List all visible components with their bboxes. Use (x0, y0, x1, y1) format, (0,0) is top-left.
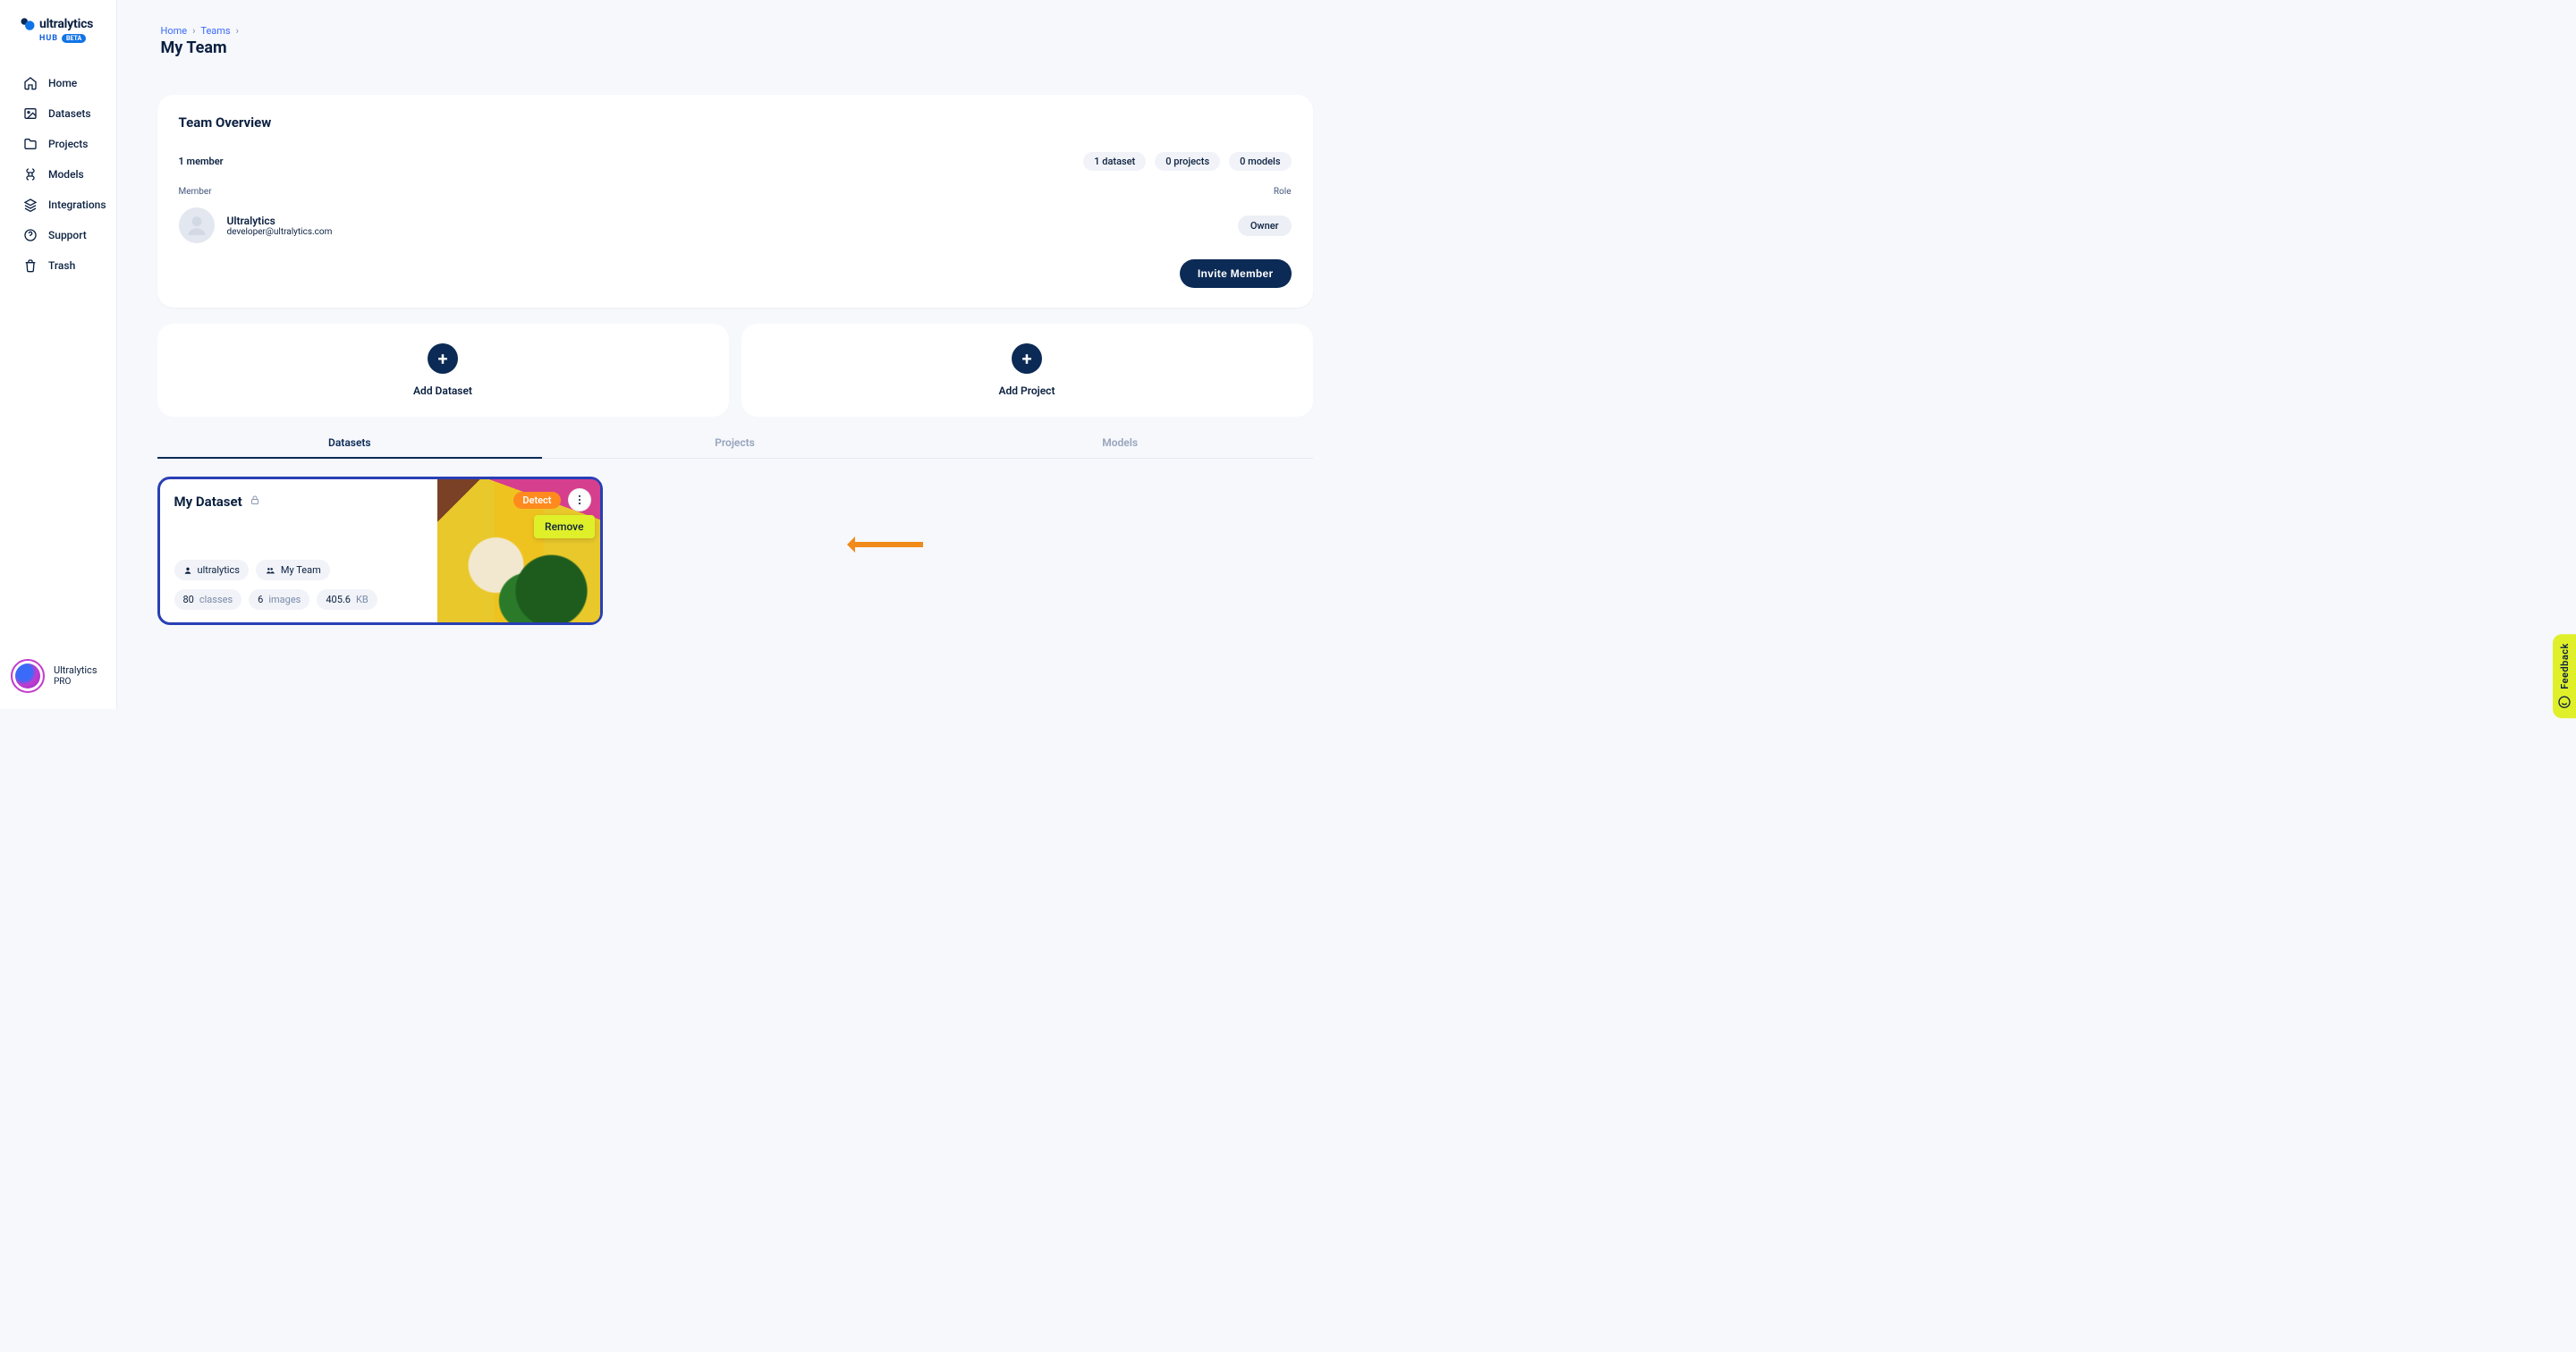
brand-badge: BETA (62, 34, 86, 43)
team-overview-card: Team Overview 1 member 1 dataset 0 proje… (157, 95, 1313, 308)
plus-icon: + (1012, 343, 1042, 374)
page-title: My Team (157, 38, 1313, 57)
sidebar-user[interactable]: Ultralytics PRO (0, 646, 116, 709)
logo-mark-icon (20, 16, 36, 32)
dataset-owner-chip[interactable]: ultralytics (174, 560, 249, 580)
images-label: images (268, 594, 301, 605)
sidebar-item-home[interactable]: Home (0, 68, 116, 98)
stat-datasets: 1 dataset (1083, 152, 1146, 171)
sidebar-item-trash[interactable]: Trash (0, 250, 116, 281)
trash-icon (23, 258, 38, 273)
detect-badge: Detect (513, 492, 560, 509)
member-name: Ultralytics (227, 215, 333, 227)
sidebar-item-models[interactable]: Models (0, 159, 116, 190)
add-dataset-button[interactable]: + Add Dataset (157, 324, 729, 417)
command-icon (23, 167, 38, 182)
size-num: 405.6 (326, 594, 351, 605)
overview-heading: Team Overview (179, 114, 1292, 131)
sidebar-item-label: Home (48, 77, 77, 89)
lock-icon (250, 494, 260, 509)
layers-icon (23, 198, 38, 212)
add-project-button[interactable]: + Add Project (741, 324, 1313, 417)
sidebar-item-projects[interactable]: Projects (0, 129, 116, 159)
sidebar-item-label: Projects (48, 138, 88, 150)
avatar (11, 659, 45, 693)
member-role: Owner (1238, 215, 1292, 236)
size-unit: KB (356, 594, 369, 605)
dataset-team-label: My Team (281, 564, 321, 576)
stat-models: 0 models (1229, 152, 1291, 171)
dataset-menu-remove[interactable]: Remove (534, 515, 594, 538)
user-meta: Ultralytics PRO (54, 664, 97, 687)
sidebar-item-label: Models (48, 168, 84, 181)
dataset-team-chip[interactable]: My Team (256, 560, 330, 580)
add-dataset-label: Add Dataset (413, 384, 472, 397)
sidebar-nav: Home Datasets Projects Models Integratio… (0, 68, 116, 281)
dataset-size-chip: 405.6 KB (317, 589, 377, 610)
dataset-menu-button[interactable] (568, 488, 591, 511)
chevron-right-icon: › (236, 25, 239, 37)
col-member: Member (179, 187, 212, 197)
classes-label: classes (199, 594, 233, 605)
images-num: 6 (258, 594, 263, 605)
sidebar-item-datasets[interactable]: Datasets (0, 98, 116, 129)
chevron-right-icon: › (192, 25, 195, 37)
invite-member-button[interactable]: Invite Member (1180, 259, 1292, 288)
annotation-arrow-icon (850, 542, 923, 547)
member-count: 1 member (179, 156, 224, 167)
member-email: developer@ultralytics.com (227, 227, 333, 237)
col-role: Role (1274, 187, 1292, 197)
home-icon (23, 76, 38, 90)
sidebar: ultralytics HUB BETA Home Datasets Proje… (0, 0, 117, 709)
image-icon (23, 106, 38, 121)
plus-icon: + (428, 343, 458, 374)
feedback-button[interactable]: Feedback (2553, 634, 2576, 718)
help-icon (23, 228, 38, 242)
logo[interactable]: ultralytics HUB BETA (0, 0, 116, 52)
classes-num: 80 (183, 594, 194, 605)
dataset-classes-chip: 80 classes (174, 589, 242, 610)
sidebar-item-label: Integrations (48, 199, 106, 211)
folder-icon (23, 137, 38, 151)
dataset-owner-label: ultralytics (198, 564, 240, 576)
tab-projects[interactable]: Projects (542, 426, 928, 458)
sidebar-item-integrations[interactable]: Integrations (0, 190, 116, 220)
tab-models[interactable]: Models (928, 426, 1313, 458)
dataset-thumbnail: Detect Remove (437, 479, 600, 622)
sidebar-item-label: Support (48, 229, 87, 241)
breadcrumb: Home › Teams › (157, 25, 1313, 37)
dataset-title: My Dataset (174, 494, 242, 510)
breadcrumb-teams[interactable]: Teams (200, 25, 230, 37)
tab-datasets[interactable]: Datasets (157, 426, 543, 458)
tabs: Datasets Projects Models (157, 426, 1313, 459)
breadcrumb-home[interactable]: Home (161, 25, 188, 37)
feedback-label: Feedback (2559, 643, 2571, 689)
sidebar-item-label: Trash (48, 259, 75, 272)
overview-stats: 1 dataset 0 projects 0 models (1083, 152, 1291, 171)
user-plan: PRO (54, 677, 97, 688)
sidebar-item-label: Datasets (48, 107, 91, 120)
member-row: Ultralytics developer@ultralytics.com Ow… (179, 207, 1292, 243)
main: Home › Teams › My Team Team Overview 1 m… (117, 0, 1352, 709)
member-avatar (179, 207, 215, 243)
dataset-card[interactable]: My Dataset ultralytics (157, 477, 603, 625)
brand-sub: HUB (39, 34, 58, 43)
sidebar-item-support[interactable]: Support (0, 220, 116, 250)
dataset-images-chip: 6 images (249, 589, 309, 610)
brand-name: ultralytics (39, 17, 93, 31)
smile-icon (2557, 695, 2572, 709)
user-name: Ultralytics (54, 664, 97, 676)
stat-projects: 0 projects (1155, 152, 1220, 171)
add-project-label: Add Project (999, 384, 1055, 397)
